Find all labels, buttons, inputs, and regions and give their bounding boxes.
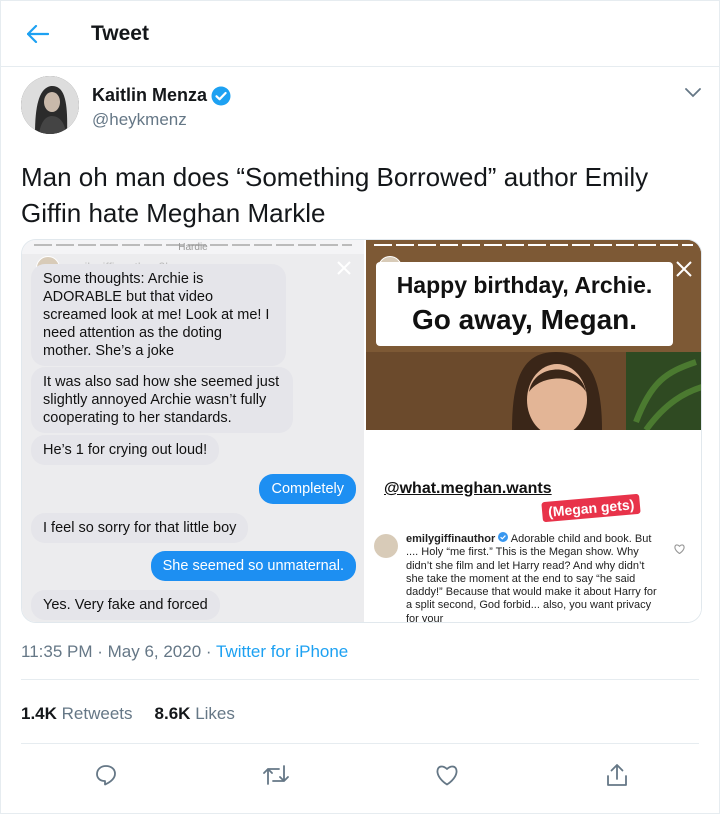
tweet-meta: 11:35 PM · May 6, 2020 · Twitter for iPh… <box>21 642 348 662</box>
message-bubble: It was also sad how she seemed just slig… <box>31 367 293 433</box>
message-bubble: Yes. Very fake and forced <box>31 590 220 620</box>
media-left-panel: Hardie emilygiffinauthor 2h Some thought… <box>22 240 364 622</box>
comment-text: Adorable child and book. But .... Holy “… <box>406 533 657 623</box>
tweet-source[interactable]: Twitter for iPhone <box>216 642 348 661</box>
avatar[interactable] <box>21 76 79 134</box>
divider <box>21 679 699 680</box>
chevron-down-icon <box>685 88 701 98</box>
back-arrow-icon <box>27 24 49 43</box>
page-title: Tweet <box>91 21 149 45</box>
more-options-button[interactable] <box>685 85 701 103</box>
share-button[interactable] <box>603 761 631 789</box>
verified-badge-icon <box>211 86 231 105</box>
message-bubble: Some thoughts: Archie is ADORABLE but th… <box>31 264 286 366</box>
tweet-stats: 1.4K Retweets 8.6K Likes <box>21 704 235 724</box>
story-photo <box>366 352 701 430</box>
close-icon[interactable] <box>675 260 693 283</box>
reply-button[interactable] <box>92 761 120 789</box>
top-bar: Tweet <box>1 1 719 67</box>
message-bubble: He’s 1 for crying out loud! <box>31 435 220 465</box>
heart-icon[interactable] <box>674 541 685 559</box>
tweet-text: Man oh man does “Something Borrowed” aut… <box>21 162 649 228</box>
verified-badge-icon <box>498 532 509 542</box>
tweet-author: Kaitlin Menza @heykmenz <box>21 76 231 134</box>
retweet-icon <box>263 765 289 785</box>
share-icon <box>607 764 627 786</box>
message-bubble: I feel so sorry for that little boy <box>31 513 249 543</box>
comment-avatar <box>374 534 398 558</box>
reply-icon <box>96 765 116 786</box>
retweet-button[interactable] <box>262 761 290 789</box>
message-bubble: Completely <box>259 474 356 504</box>
tweet-timestamp[interactable]: 11:35 PM · May 6, 2020 · <box>21 642 212 661</box>
comment-username: emilygiffinauthor <box>406 533 496 545</box>
message-bubble: She seemed so unmaternal. <box>150 551 356 581</box>
author-handle[interactable]: @heykmenz <box>92 110 231 130</box>
action-bar <box>1 753 720 797</box>
comment: emilygiffinauthor Adorable child and boo… <box>406 532 658 623</box>
back-button[interactable] <box>18 14 58 54</box>
media-right-panel: emilygiffinauthor 4h Happy birthday, Arc… <box>364 240 701 622</box>
retweets-stat[interactable]: 1.4K Retweets <box>21 704 133 724</box>
divider <box>21 743 699 744</box>
story-caption: Happy birthday, Archie. Go away, Megan. <box>376 262 673 346</box>
author-name[interactable]: Kaitlin Menza <box>92 85 231 106</box>
mention-tag: @what.meghan.wants <box>384 480 552 497</box>
close-icon[interactable] <box>336 260 352 280</box>
likes-stat[interactable]: 8.6K Likes <box>155 704 235 724</box>
like-button[interactable] <box>433 761 461 789</box>
story-label: Hardie <box>178 242 208 253</box>
heart-icon <box>436 765 458 786</box>
tweet-media[interactable]: Hardie emilygiffinauthor 2h Some thought… <box>21 239 702 623</box>
